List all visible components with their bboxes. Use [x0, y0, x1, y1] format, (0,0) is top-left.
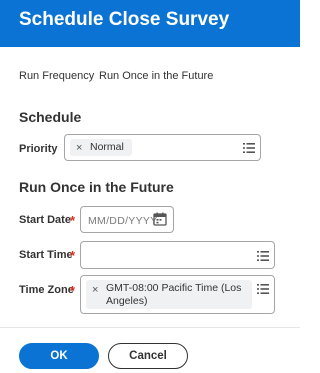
dialog-header: Schedule Close Survey [0, 0, 300, 47]
dialog-title: Schedule Close Survey [19, 9, 230, 30]
start-date-field[interactable]: MM/DD/YYYY [80, 206, 174, 233]
footer-divider [0, 327, 300, 328]
start-time-list-icon[interactable] [257, 251, 269, 261]
time-zone-list-icon[interactable] [257, 284, 269, 294]
run-once-heading: Run Once in the Future [19, 179, 174, 195]
schedule-heading: Schedule [19, 109, 82, 125]
priority-field[interactable]: × Normal [64, 134, 261, 161]
priority-label: Priority [19, 143, 58, 155]
priority-selected-value: Normal [90, 141, 124, 153]
priority-list-icon[interactable] [243, 143, 255, 153]
time-zone-label: Time Zone [19, 284, 74, 296]
start-date-placeholder: MM/DD/YYYY [88, 215, 158, 227]
run-frequency-label: Run Frequency [19, 70, 95, 82]
remove-time-zone-close-icon[interactable]: × [92, 284, 98, 296]
run-frequency-value: Run Once in the Future [99, 70, 214, 82]
priority-selected-pill: × Normal [70, 139, 132, 156]
start-time-required-marker: * [70, 248, 76, 263]
start-date-label: Start Date [19, 214, 71, 226]
start-date-required-marker: * [70, 213, 76, 228]
time-zone-field[interactable]: × GMT-08:00 Pacific Time (Los Angeles) [80, 275, 275, 314]
start-time-field[interactable] [80, 241, 275, 269]
cancel-button[interactable]: Cancel [108, 343, 188, 369]
ok-button[interactable]: OK [19, 343, 99, 369]
time-zone-selected-pill: × GMT-08:00 Pacific Time (Los Angeles) [86, 280, 252, 309]
time-zone-required-marker: * [70, 283, 76, 298]
calendar-icon[interactable] [153, 212, 167, 226]
remove-priority-close-icon[interactable]: × [76, 142, 82, 154]
time-zone-selected-value: GMT-08:00 Pacific Time (Los Angeles) [106, 282, 242, 307]
start-time-label: Start Time [19, 249, 73, 261]
